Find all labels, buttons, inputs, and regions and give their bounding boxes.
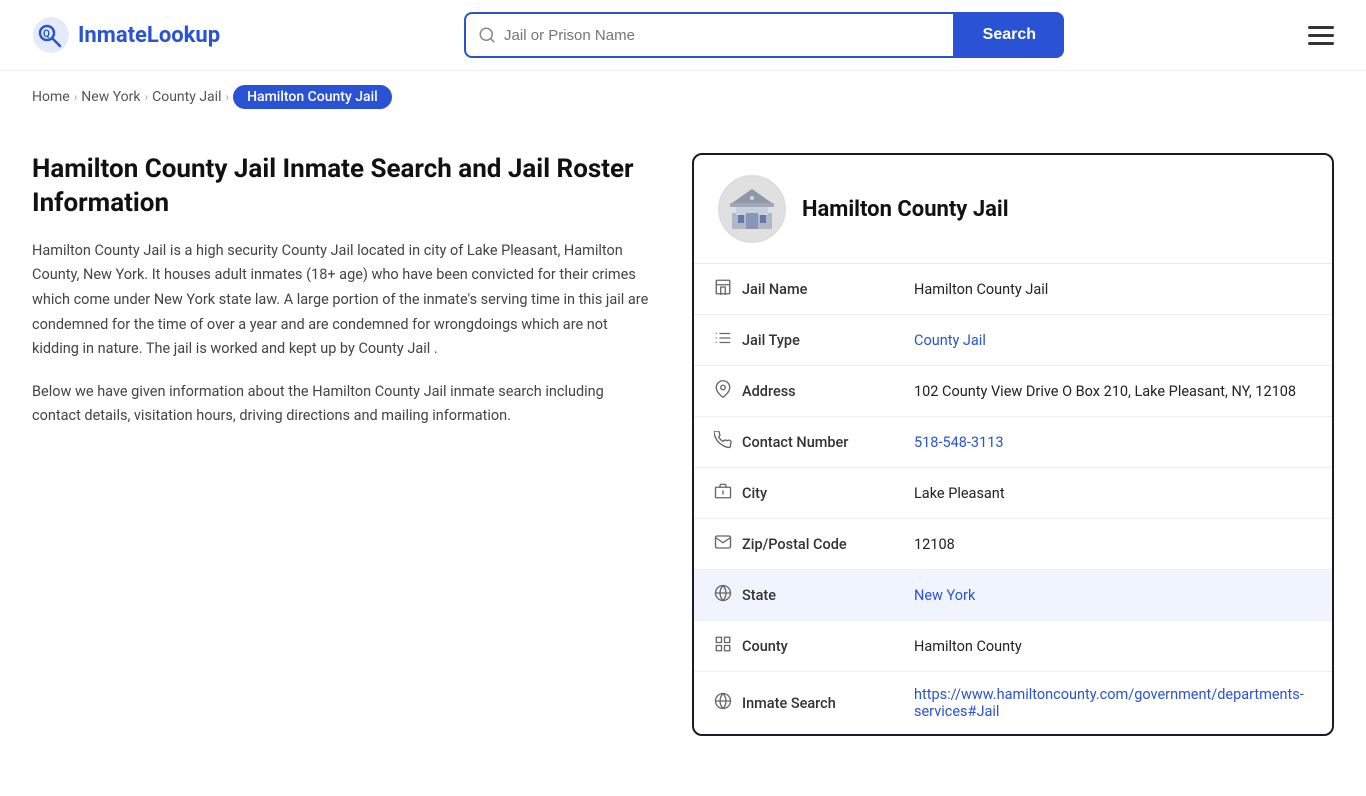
- table-row: County Hamilton County: [694, 621, 1332, 672]
- page-description-2: Below we have given information about th…: [32, 380, 652, 429]
- breadcrumb-current: Hamilton County Jail: [233, 85, 392, 109]
- search-input-wrap: [464, 12, 955, 58]
- field-value-contact[interactable]: 518-548-3113: [894, 417, 1332, 468]
- field-value-jail-name: Hamilton County Jail: [894, 264, 1332, 315]
- envelope-icon: [714, 533, 732, 555]
- logo-text: InmateLookup: [78, 23, 220, 48]
- table-row: Inmate Search https://www.hamiltoncounty…: [694, 672, 1332, 735]
- table-row: State New York: [694, 570, 1332, 621]
- field-value-zip: 12108: [894, 519, 1332, 570]
- logo-icon: Q: [32, 16, 70, 54]
- county-icon: [714, 635, 732, 657]
- breadcrumb-state[interactable]: New York: [81, 89, 140, 105]
- breadcrumb-section[interactable]: County Jail: [152, 89, 221, 105]
- breadcrumb-sep-3: ›: [225, 90, 229, 104]
- field-value-inmate-search[interactable]: https://www.hamiltoncounty.com/governmen…: [894, 672, 1332, 735]
- globe2-icon: [714, 692, 732, 714]
- breadcrumb-home[interactable]: Home: [32, 89, 70, 105]
- breadcrumb-sep-2: ›: [145, 90, 149, 104]
- card-jail-name: Hamilton County Jail: [802, 197, 1009, 222]
- field-label-county: County: [742, 638, 788, 655]
- info-card: Hamilton County Jail Jail Name Hamilton …: [692, 153, 1334, 736]
- search-input[interactable]: [504, 27, 941, 44]
- logo-link[interactable]: Q InmateLookup: [32, 16, 220, 54]
- info-table: Jail Name Hamilton County Jail Jail Type…: [694, 264, 1332, 734]
- menu-button[interactable]: [1308, 26, 1334, 45]
- search-bar: Search: [464, 12, 1064, 58]
- field-value-address: 102 County View Drive O Box 210, Lake Pl…: [894, 366, 1332, 417]
- field-value-state[interactable]: New York: [894, 570, 1332, 621]
- table-row: Jail Name Hamilton County Jail: [694, 264, 1332, 315]
- field-value-county: Hamilton County: [894, 621, 1332, 672]
- field-label-inmate-search: Inmate Search: [742, 695, 836, 712]
- field-value-city: Lake Pleasant: [894, 468, 1332, 519]
- field-value-jail-type[interactable]: County Jail: [894, 315, 1332, 366]
- page-title: Hamilton County Jail Inmate Search and J…: [32, 153, 652, 221]
- field-label-jail-name: Jail Name: [742, 281, 807, 298]
- page-description-1: Hamilton County Jail is a high security …: [32, 239, 652, 362]
- location-icon: [714, 380, 732, 402]
- list-icon: [714, 329, 732, 351]
- left-panel: Hamilton County Jail Inmate Search and J…: [32, 153, 692, 736]
- field-link-contact[interactable]: 518-548-3113: [914, 434, 1004, 451]
- header: Q InmateLookup Search: [0, 0, 1366, 71]
- field-label-contact: Contact Number: [742, 434, 848, 451]
- building-icon: [714, 278, 732, 300]
- field-link-state[interactable]: New York: [914, 587, 975, 604]
- svg-text:Q: Q: [43, 29, 50, 40]
- jail-building-icon: [728, 185, 776, 233]
- field-label-zip: Zip/Postal Code: [742, 536, 847, 553]
- table-row: City Lake Pleasant: [694, 468, 1332, 519]
- field-link-jail-type[interactable]: County Jail: [914, 332, 986, 349]
- card-header: Hamilton County Jail: [694, 155, 1332, 264]
- field-label-address: Address: [742, 383, 796, 400]
- search-icon: [478, 26, 496, 44]
- table-row: Contact Number 518-548-3113: [694, 417, 1332, 468]
- city-icon: [714, 482, 732, 504]
- breadcrumb: Home › New York › County Jail › Hamilton…: [0, 71, 1366, 123]
- jail-avatar: [718, 175, 786, 243]
- table-row: Jail Type County Jail: [694, 315, 1332, 366]
- field-link-inmate-search[interactable]: https://www.hamiltoncounty.com/governmen…: [914, 686, 1304, 720]
- field-label-city: City: [742, 485, 767, 502]
- phone-icon: [714, 431, 732, 453]
- table-row: Zip/Postal Code 12108: [694, 519, 1332, 570]
- globe-icon: [714, 584, 732, 606]
- field-label-jail-type: Jail Type: [742, 332, 800, 349]
- search-button[interactable]: Search: [955, 12, 1064, 58]
- breadcrumb-sep-1: ›: [74, 90, 78, 104]
- field-label-state: State: [742, 587, 776, 604]
- main-content: Hamilton County Jail Inmate Search and J…: [0, 123, 1366, 796]
- table-row: Address 102 County View Drive O Box 210,…: [694, 366, 1332, 417]
